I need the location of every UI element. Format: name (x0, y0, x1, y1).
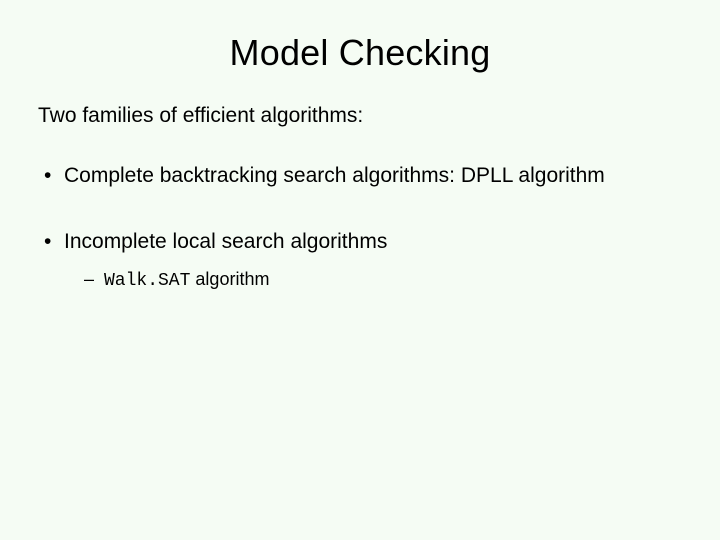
bullet-text: Complete backtracking search algorithms:… (64, 164, 605, 187)
bullet-text: Incomplete local search algorithms (64, 230, 387, 253)
sub-bullet-item: Walk.SAT algorithm (64, 267, 682, 293)
slide: Model Checking Two families of efficient… (0, 0, 720, 540)
bullet-item: Complete backtracking search algorithms:… (38, 162, 682, 190)
sub-bullet-code: Walk.SAT (104, 271, 190, 291)
lead-text: Two families of efficient algorithms: (38, 104, 682, 128)
sub-bullet-list: Walk.SAT algorithm (64, 267, 682, 293)
sub-bullet-rest: algorithm (190, 269, 269, 289)
bullet-list: Complete backtracking search algorithms:… (38, 162, 682, 293)
bullet-item: Incomplete local search algorithms Walk.… (38, 228, 682, 293)
slide-title: Model Checking (38, 32, 682, 74)
